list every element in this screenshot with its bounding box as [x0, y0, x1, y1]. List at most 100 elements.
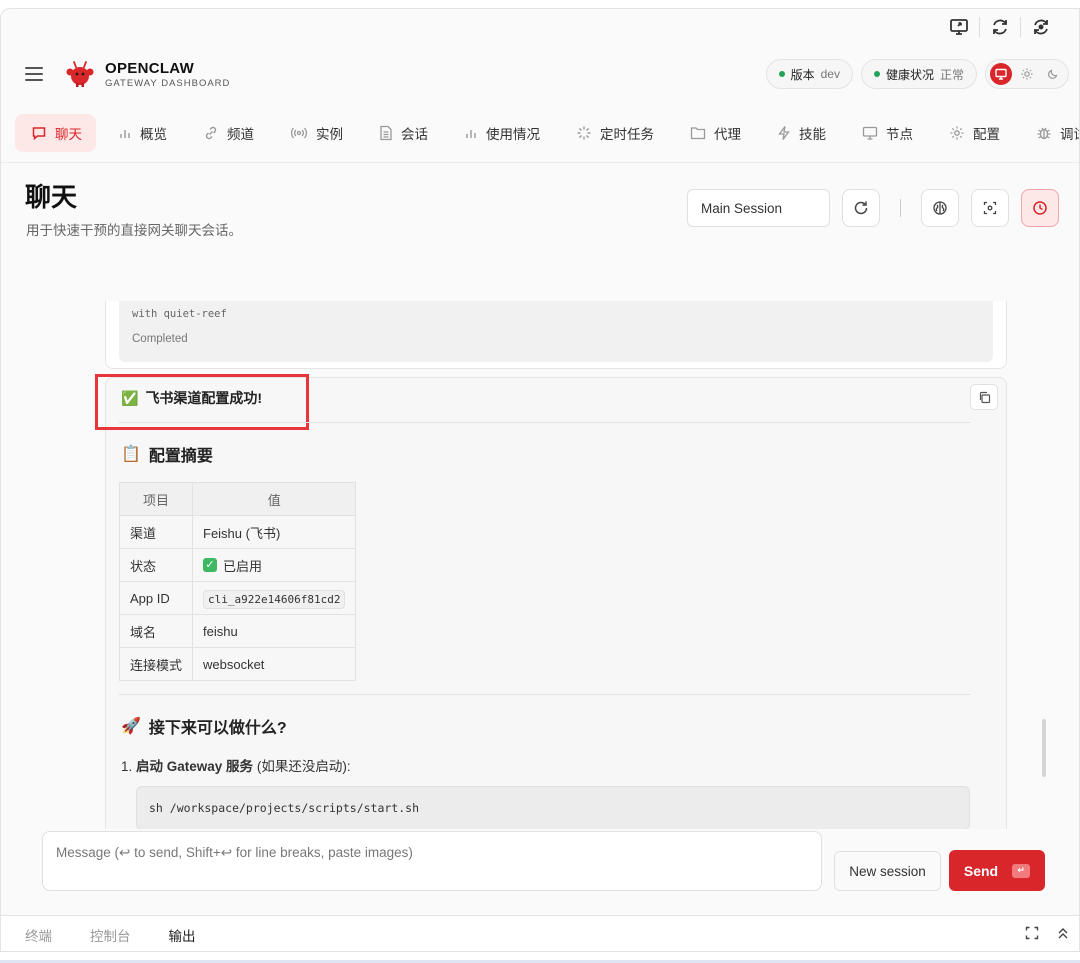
- table-key: 渠道: [119, 515, 193, 549]
- nav-item-debug[interactable]: 调试: [1020, 114, 1079, 152]
- step-title: 启动 Gateway 服务: [136, 759, 254, 774]
- clock-icon: [1033, 201, 1047, 215]
- nav-label: 节点: [886, 126, 913, 142]
- expand-icon[interactable]: [1025, 926, 1039, 940]
- refresh-icon[interactable]: [980, 12, 1020, 42]
- thinking-toggle-button[interactable]: [921, 189, 959, 227]
- table-key: 状态: [119, 548, 193, 582]
- broadcast-icon: [291, 127, 307, 138]
- table-row: 状态 ✓ 已启用: [119, 548, 357, 582]
- health-pill: 健康状况 正常: [860, 59, 977, 89]
- tab-terminal[interactable]: 终端: [25, 925, 52, 945]
- nav-item-overview[interactable]: 概览: [102, 114, 181, 152]
- nav-label: 技能: [799, 126, 826, 142]
- history-refresh-icon[interactable]: [1021, 12, 1061, 42]
- summary-heading-text: 配置摘要: [148, 448, 213, 465]
- refresh-button[interactable]: [842, 189, 880, 227]
- summary-heading: 📋 配置摘要: [121, 442, 213, 466]
- folder-icon: [690, 126, 706, 139]
- nav-item-instances[interactable]: 实例: [274, 114, 357, 152]
- nav-label: 聊天: [55, 126, 82, 142]
- table-value: websocket: [191, 647, 357, 681]
- menu-icon[interactable]: [25, 67, 43, 81]
- copy-icon: [979, 391, 990, 403]
- nav-label: 调试: [1060, 126, 1079, 142]
- chat-scrollbar[interactable]: [1042, 719, 1046, 777]
- new-session-button[interactable]: New session: [834, 851, 941, 891]
- bar-chart-icon: [120, 129, 130, 138]
- tab-output[interactable]: 输出: [169, 925, 196, 945]
- nav-item-usage[interactable]: 使用情况: [448, 114, 554, 152]
- table-value: cli_a922e14606f81cd2: [191, 581, 357, 615]
- table-value: Feishu (飞书): [191, 515, 357, 549]
- brand-title: OPENCLAW: [105, 59, 195, 77]
- document-icon: [380, 125, 392, 140]
- screen-share-icon[interactable]: [939, 12, 979, 42]
- openclaw-logo-icon: [66, 61, 94, 87]
- table-header-row: 项目 值: [119, 482, 357, 516]
- nav-item-chat[interactable]: 聊天: [15, 113, 96, 152]
- nav-label: 实例: [316, 126, 343, 142]
- chevron-up-icon[interactable]: [1057, 926, 1069, 940]
- assistant-message: ✅ 飞书渠道配置成功! 📋 配置摘要 项目 值 渠道 Feishu (飞书) 状…: [95, 374, 1007, 829]
- light-theme-icon[interactable]: [1016, 63, 1038, 85]
- check-mark-icon: ✓: [203, 558, 217, 572]
- panel-controls: [1025, 926, 1069, 940]
- step-number: 1.: [121, 759, 133, 774]
- brand: OPENCLAW GATEWAY DASHBOARD: [105, 60, 230, 89]
- chat-toolbar: Main Session: [687, 189, 1059, 227]
- message-divider: [119, 694, 970, 695]
- page-subtitle: 用于快速干预的直接网关聊天会话。: [26, 223, 242, 238]
- version-label: 版本: [790, 67, 815, 82]
- next-steps-heading-text: 接下来可以做什么?: [148, 720, 287, 737]
- brand-subtitle: GATEWAY DASHBOARD: [105, 77, 231, 89]
- nav-item-channels[interactable]: 频道: [187, 114, 268, 152]
- focus-button[interactable]: [971, 189, 1009, 227]
- session-select[interactable]: Main Session: [687, 189, 830, 227]
- nav-item-agents[interactable]: 代理: [674, 114, 755, 152]
- nav-label: 概览: [140, 126, 167, 142]
- gear-icon: [950, 126, 964, 139]
- health-label: 健康状况: [885, 67, 934, 82]
- page-title: 聊天: [25, 182, 78, 212]
- monitor-icon: [862, 126, 878, 140]
- table-row: App ID cli_a922e14606f81cd2: [119, 581, 357, 615]
- message-input[interactable]: Message (↩ to send, Shift+↩ for line bre…: [42, 831, 822, 891]
- tool-output-text: with quiet-reef: [132, 308, 227, 320]
- main-nav: 聊天 概览 频道 实例 会话 使用情况 定时任务 代理 技能 节点 配置 调: [1, 103, 1079, 163]
- nav-label: 代理: [714, 126, 741, 142]
- nav-item-skills[interactable]: 技能: [761, 114, 840, 152]
- app-window: OPENCLAW GATEWAY DASHBOARD 版本 dev 健康状况 正…: [0, 8, 1080, 952]
- app-id-code: cli_a922e14606f81cd2: [203, 589, 346, 609]
- nav-label: 会话: [401, 126, 428, 142]
- send-button[interactable]: Send ↵: [949, 850, 1045, 891]
- config-summary-table: 项目 值 渠道 Feishu (飞书) 状态 ✓ 已启用 App ID cli_a…: [119, 482, 357, 681]
- bug-icon: [1037, 127, 1051, 139]
- tool-output-status: Completed: [132, 333, 188, 345]
- window-chrome: [1, 9, 1079, 45]
- table-key: 域名: [119, 614, 193, 648]
- step-note: (如果还没启动):: [256, 759, 351, 774]
- nav-item-config[interactable]: 配置: [933, 114, 1014, 152]
- rocket-icon: 🚀: [121, 718, 141, 735]
- dark-theme-icon[interactable]: [1042, 63, 1064, 85]
- toolbar-divider: [900, 199, 901, 217]
- nav-item-cron[interactable]: 定时任务: [560, 114, 668, 152]
- status-pills: 版本 dev 健康状况 正常: [765, 59, 1069, 89]
- system-theme-icon[interactable]: [990, 63, 1012, 85]
- tab-console[interactable]: 控制台: [90, 925, 131, 945]
- tool-output-body: with quiet-reef Completed: [119, 301, 993, 362]
- nav-label: 使用情况: [486, 126, 540, 142]
- nav-item-sessions[interactable]: 会话: [363, 114, 442, 152]
- chat-thread[interactable]: with quiet-reef Completed ✅ 飞书渠道配置成功! 📋 …: [1, 301, 1079, 829]
- app-header: OPENCLAW GATEWAY DASHBOARD 版本 dev 健康状况 正…: [1, 45, 1079, 103]
- table-row: 渠道 Feishu (飞书): [119, 515, 357, 549]
- status-dot: [778, 71, 785, 77]
- table-value: ✓ 已启用: [191, 548, 357, 582]
- history-button[interactable]: [1021, 189, 1059, 227]
- table-key: 连接模式: [119, 647, 193, 681]
- loader-icon: [577, 126, 591, 139]
- copy-button[interactable]: [970, 384, 998, 410]
- enter-key-icon: ↵: [1012, 863, 1031, 878]
- nav-item-nodes[interactable]: 节点: [846, 114, 927, 152]
